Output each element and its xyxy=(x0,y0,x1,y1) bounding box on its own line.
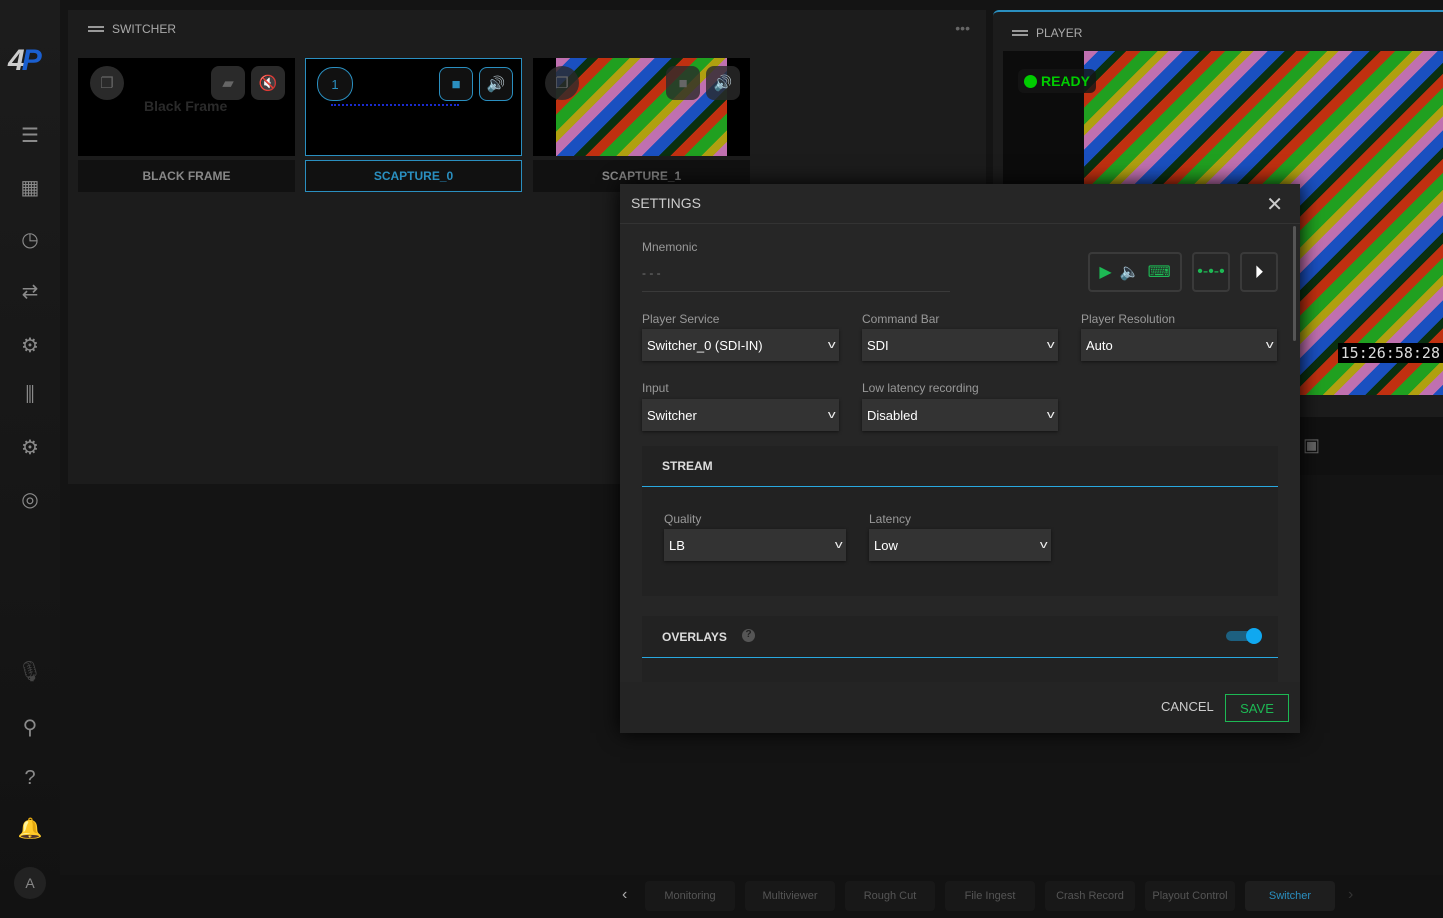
settings-multiple-icon[interactable]: ⚙ xyxy=(15,330,45,360)
status-dot-icon xyxy=(1024,74,1037,88)
compare-arrows-icon[interactable]: ⇄ xyxy=(15,276,45,306)
input-select[interactable]: Switcher v xyxy=(642,399,839,431)
sidebar: 4P ☰ ▦ ◷ ⇄ ⚙ ⫼ ⚙ ◎ 🎙 ⚲ ? 🔔 A xyxy=(0,0,60,918)
tile-label[interactable]: SCAPTURE_0 xyxy=(305,160,522,192)
chevron-left-icon[interactable]: ‹ xyxy=(622,886,627,904)
chevron-down-icon: v xyxy=(1265,339,1274,351)
video-library-icon: ▶ xyxy=(1099,264,1112,281)
chevron-down-icon: v xyxy=(1046,339,1055,351)
chevron-down-icon: v xyxy=(827,339,836,351)
chevron-right-icon[interactable]: › xyxy=(1348,886,1353,904)
mixer-icon[interactable]: ⫼ xyxy=(15,380,45,410)
clock-icon[interactable]: ◷ xyxy=(15,224,45,254)
layer-badge[interactable]: 1 xyxy=(317,67,353,101)
indicator-group[interactable]: ▶ 🔈 ⌨ xyxy=(1088,252,1182,292)
test-pattern xyxy=(556,58,727,156)
chevron-down-icon: v xyxy=(1046,409,1055,421)
status-badge: READY xyxy=(1018,69,1097,93)
calendar-icon[interactable]: ▣ xyxy=(1303,435,1320,456)
tab-switcher[interactable]: Switcher xyxy=(1245,881,1335,911)
low-latency-label: Low latency recording xyxy=(862,381,979,395)
logo: 4P xyxy=(8,44,42,77)
section-title: STREAM xyxy=(662,459,713,473)
mnemonic-input[interactable]: - - - xyxy=(642,266,950,292)
divider xyxy=(620,223,1300,224)
player-service-label: Player Service xyxy=(642,312,720,326)
latency-select[interactable]: Low v xyxy=(869,529,1051,561)
stream-section: STREAM Quality LB v Latency Low v xyxy=(642,446,1278,596)
scrollbar[interactable] xyxy=(1293,226,1296,341)
dialog-footer: CANCEL SAVE xyxy=(620,682,1300,733)
tile-black-frame[interactable]: ❐ ▰ 🔇 Black Frame xyxy=(78,58,295,156)
cancel-button[interactable]: CANCEL xyxy=(1161,699,1214,714)
player-service-select[interactable]: Switcher_0 (SDI-IN) v xyxy=(642,329,839,361)
menu-icon[interactable]: ☰ xyxy=(15,120,45,150)
tile-overlay-text: Black Frame xyxy=(144,98,228,114)
keyboard-icon: ⌨ xyxy=(1147,264,1171,281)
video-icon[interactable]: ■ xyxy=(439,67,473,101)
player-resolution-select[interactable]: Auto v xyxy=(1081,329,1277,361)
volume-icon[interactable]: 🔊 xyxy=(706,66,740,100)
radar-icon[interactable]: ◎ xyxy=(15,484,45,514)
video-off-icon[interactable]: ▰ xyxy=(211,66,245,100)
tile-label[interactable]: BLACK FRAME xyxy=(78,160,295,192)
chevron-down-icon: v xyxy=(834,539,843,551)
command-bar-label: Command Bar xyxy=(862,312,940,326)
volume-icon[interactable]: 🔊 xyxy=(479,67,513,101)
more-icon[interactable]: ••• xyxy=(955,20,970,36)
low-latency-select[interactable]: Disabled v xyxy=(862,399,1058,431)
chevron-down-icon: v xyxy=(827,409,836,421)
waveform xyxy=(331,104,459,107)
mnemonic-label: Mnemonic xyxy=(642,240,698,254)
tab-playout-control[interactable]: Playout Control xyxy=(1145,881,1235,911)
tile-scapture-1[interactable]: ❐ ■ 🔊 xyxy=(533,58,750,156)
mic-off-icon[interactable]: 🎙 xyxy=(15,656,45,686)
drag-handle-icon[interactable] xyxy=(1012,30,1028,36)
panel-title: SWITCHER xyxy=(88,22,176,36)
tile-scapture-0[interactable]: 1 ■ 🔊 xyxy=(305,58,522,156)
timeline-icon[interactable]: •-•-• xyxy=(1192,252,1230,292)
volume-icon: 🔈 xyxy=(1119,264,1140,281)
player-resolution-label: Player Resolution xyxy=(1081,312,1176,326)
copy-icon[interactable]: ❐ xyxy=(545,66,579,100)
bottom-tab-bar: ‹ Monitoring Multiviewer Rough Cut File … xyxy=(60,875,1443,918)
help-icon[interactable]: ? xyxy=(15,763,45,793)
quality-label: Quality xyxy=(664,512,702,526)
drag-handle-icon[interactable] xyxy=(88,26,104,32)
chevron-down-icon: v xyxy=(1039,539,1048,551)
settings-dialog: SETTINGS ✕ Mnemonic - - - ▶ 🔈 ⌨ •-•-• ⏵ Pl… xyxy=(620,184,1300,733)
dashboard-icon[interactable]: ▦ xyxy=(15,172,45,202)
tab-crash-record[interactable]: Crash Record xyxy=(1045,881,1135,911)
copy-icon[interactable]: ❐ xyxy=(90,66,124,100)
tab-multiviewer[interactable]: Multiviewer xyxy=(745,881,835,911)
command-bar-select[interactable]: SDI v xyxy=(862,329,1058,361)
tab-monitoring[interactable]: Monitoring xyxy=(645,881,735,911)
close-icon[interactable]: ✕ xyxy=(1266,192,1283,217)
tab-rough-cut[interactable]: Rough Cut xyxy=(845,881,935,911)
video-icon[interactable]: ■ xyxy=(666,66,700,100)
timecode: 15:26:58:28 xyxy=(1337,343,1443,363)
section-title: OVERLAYS xyxy=(662,630,727,644)
volume-off-icon[interactable]: 🔇 xyxy=(251,66,285,100)
latency-label: Latency xyxy=(869,512,912,526)
input-label: Input xyxy=(642,381,669,395)
dialog-title: SETTINGS xyxy=(631,195,702,211)
save-button[interactable]: SAVE xyxy=(1225,694,1289,722)
quality-select[interactable]: LB v xyxy=(664,529,846,561)
panel-title: PLAYER xyxy=(1012,26,1082,40)
gear-icon[interactable]: ⚙ xyxy=(15,432,45,462)
overlays-section: OVERLAYS ? xyxy=(642,616,1278,682)
play-circle-icon[interactable]: ⏵ xyxy=(1240,252,1278,292)
tab-file-ingest[interactable]: File Ingest xyxy=(945,881,1035,911)
bell-icon[interactable]: 🔔 xyxy=(15,813,45,843)
search-icon[interactable]: ⚲ xyxy=(15,712,45,742)
overlays-toggle[interactable] xyxy=(1226,628,1262,644)
player-controls: ▣ xyxy=(1293,417,1443,475)
avatar[interactable]: A xyxy=(14,867,46,899)
help-icon[interactable]: ? xyxy=(742,629,755,642)
